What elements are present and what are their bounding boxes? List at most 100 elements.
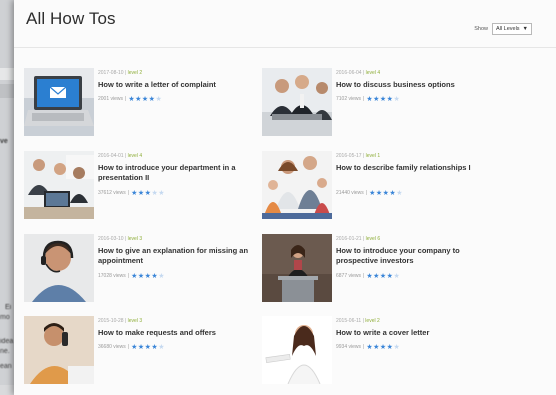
card-views: 2001 views xyxy=(98,96,124,102)
card-stats: 7102 views | ★★★★★ xyxy=(336,95,401,103)
card-level[interactable]: level 1 xyxy=(366,153,380,159)
background-text: mo xyxy=(0,314,10,321)
presentation-icon[interactable] xyxy=(24,151,94,219)
background-text: ean xyxy=(0,363,12,370)
card-level[interactable]: level 4 xyxy=(128,153,142,159)
star-empty-icon: ★ xyxy=(155,96,163,103)
card-date: 2016-05-17 xyxy=(336,153,362,159)
headset-man-icon[interactable] xyxy=(24,234,94,302)
how-to-card[interactable]: 2016-01-21 | level 6 How to introduce yo… xyxy=(262,234,502,306)
background-text: Ei xyxy=(5,304,12,311)
background-text: ne. xyxy=(0,348,10,355)
star-empty-icon: ★ xyxy=(393,344,401,351)
how-tos-panel: All How Tos Show All Levels ▼ 2017-08-10… xyxy=(14,0,556,395)
level-filter: Show All Levels ▼ xyxy=(474,23,532,35)
card-level[interactable]: level 3 xyxy=(128,236,142,242)
star-empty-icon: ★★ xyxy=(151,190,165,197)
card-views: 21440 views xyxy=(336,190,364,196)
card-meta: 2015-10-28 | level 3 xyxy=(98,318,143,324)
card-title[interactable]: How to discuss business options xyxy=(336,80,501,90)
show-label: Show xyxy=(474,26,488,32)
star-icon: ★★★★ xyxy=(131,344,159,351)
background-text: ve xyxy=(0,138,8,145)
card-date: 2015-10-28 xyxy=(98,318,124,324)
card-level[interactable]: level 2 xyxy=(365,318,379,324)
rating-stars: ★★★★★ xyxy=(128,95,162,103)
how-to-card[interactable]: 2017-08-10 | level 2 How to write a lett… xyxy=(24,68,264,140)
header-divider xyxy=(14,47,556,48)
star-icon: ★★★★ xyxy=(369,190,397,197)
star-icon: ★★★★ xyxy=(131,273,159,280)
card-meta: 2016-06-04 | level 4 xyxy=(336,70,381,76)
speaker-podium-icon[interactable] xyxy=(262,234,332,302)
woman-card-icon[interactable] xyxy=(262,316,332,384)
card-title[interactable]: How to write a letter of complaint xyxy=(98,80,263,90)
card-meta: 2017-08-10 | level 2 xyxy=(98,70,143,76)
star-icon: ★★★★ xyxy=(366,344,394,351)
card-views: 17028 views xyxy=(98,273,126,279)
rating-stars: ★★★★★ xyxy=(131,272,165,280)
star-icon: ★★★★ xyxy=(128,96,156,103)
star-empty-icon: ★ xyxy=(393,96,401,103)
how-to-card[interactable]: 2016-04-01 | level 4 How to introduce yo… xyxy=(24,151,264,223)
card-title[interactable]: How to write a cover letter xyxy=(336,328,501,338)
card-views: 6877 views xyxy=(336,273,362,279)
business-meeting-icon[interactable] xyxy=(262,68,332,136)
rating-stars: ★★★★★ xyxy=(131,343,165,351)
how-to-card[interactable]: 2015-06-11 | level 2 How to write a cove… xyxy=(262,316,502,388)
card-stats: 6877 views | ★★★★★ xyxy=(336,272,401,280)
card-stats: 36680 views | ★★★★★ xyxy=(98,343,165,351)
level-select[interactable]: All Levels ▼ xyxy=(492,23,532,35)
rating-stars: ★★★★★ xyxy=(366,272,400,280)
card-title[interactable]: How to introduce your company to prospec… xyxy=(336,246,501,266)
page-title: All How Tos xyxy=(26,9,116,28)
card-meta: 2016-03-10 | level 3 xyxy=(98,236,143,242)
card-date: 2017-08-10 xyxy=(98,70,124,76)
card-level[interactable]: level 4 xyxy=(366,70,380,76)
card-meta: 2015-06-11 | level 2 xyxy=(336,318,380,324)
chevron-down-icon: ▼ xyxy=(522,26,528,32)
background-text: idea xyxy=(0,338,14,345)
card-title[interactable]: How to make requests and offers xyxy=(98,328,263,338)
card-stats: 37612 views | ★★★★★ xyxy=(98,189,165,197)
card-date: 2016-03-10 xyxy=(98,236,124,242)
how-to-card[interactable]: 2016-05-17 | level 1 How to describe fam… xyxy=(262,151,502,223)
star-empty-icon: ★ xyxy=(158,273,165,280)
card-stats: 21440 views | ★★★★★ xyxy=(336,189,403,197)
card-date: 2015-06-11 xyxy=(336,318,362,324)
card-level[interactable]: level 2 xyxy=(128,70,142,76)
star-empty-icon: ★ xyxy=(393,273,401,280)
card-date: 2016-04-01 xyxy=(98,153,124,159)
card-title[interactable]: How to give an explanation for missing a… xyxy=(98,246,263,266)
card-title[interactable]: How to introduce your department in a pr… xyxy=(98,163,263,183)
card-level[interactable]: level 6 xyxy=(366,236,380,242)
card-views: 9934 views xyxy=(336,344,362,350)
card-date: 2016-01-21 xyxy=(336,236,362,242)
family-icon[interactable] xyxy=(262,151,332,219)
star-empty-icon: ★ xyxy=(396,190,403,197)
card-level[interactable]: level 3 xyxy=(128,318,142,324)
how-to-card[interactable]: 2016-06-04 | level 4 How to discuss busi… xyxy=(262,68,502,140)
card-stats: 2001 views | ★★★★★ xyxy=(98,95,163,103)
laptop-icon[interactable] xyxy=(24,68,94,136)
card-views: 36680 views xyxy=(98,344,126,350)
how-to-card[interactable]: 2016-03-10 | level 3 How to give an expl… xyxy=(24,234,264,306)
level-select-value: All Levels xyxy=(496,26,520,32)
card-stats: 9934 views | ★★★★★ xyxy=(336,343,401,351)
card-stats: 17028 views | ★★★★★ xyxy=(98,272,165,280)
star-icon: ★★★★ xyxy=(366,96,394,103)
phone-man-icon[interactable] xyxy=(24,316,94,384)
card-meta: 2016-05-17 | level 1 xyxy=(336,153,381,159)
star-empty-icon: ★ xyxy=(158,344,165,351)
star-icon: ★★★ xyxy=(131,190,152,197)
card-meta: 2016-04-01 | level 4 xyxy=(98,153,143,159)
rating-stars: ★★★★★ xyxy=(131,189,165,197)
how-to-card[interactable]: 2015-10-28 | level 3 How to make request… xyxy=(24,316,264,388)
card-meta: 2016-01-21 | level 6 xyxy=(336,236,381,242)
rating-stars: ★★★★★ xyxy=(366,343,400,351)
rating-stars: ★★★★★ xyxy=(369,189,403,197)
rating-stars: ★★★★★ xyxy=(366,95,400,103)
card-title[interactable]: How to describe family relationships I xyxy=(336,163,501,173)
card-views: 7102 views xyxy=(336,96,362,102)
card-date: 2016-06-04 xyxy=(336,70,362,76)
